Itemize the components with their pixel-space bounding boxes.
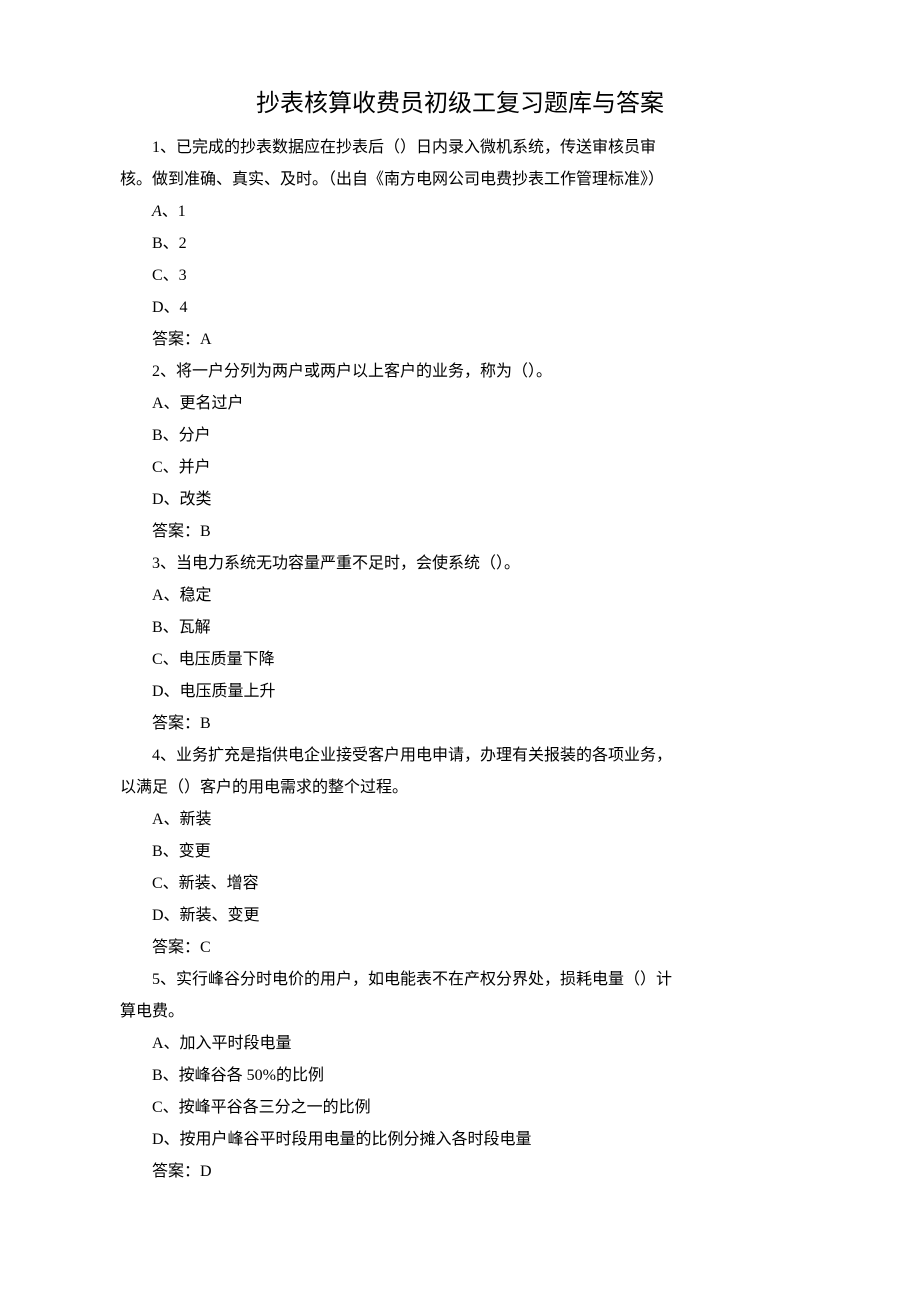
q3-stem: 3、当电力系统无功容量严重不足时，会使系统（）。 — [120, 548, 800, 580]
q5-option-a: A、加入平时段电量 — [120, 1028, 800, 1060]
q1-stem-line2: 核。做到准确、真实、及时。（出自《南方电网公司电费抄表工作管理标准》） — [120, 164, 800, 196]
q2-option-c: C、并户 — [120, 452, 800, 484]
q4-answer: 答案：C — [120, 932, 800, 964]
q4-stem-line1: 4、业务扩充是指供电企业接受客户用电申请，办理有关报装的各项业务， — [120, 740, 800, 772]
q2-option-a: A、更名过户 — [120, 388, 800, 420]
q1-option-b: B、2 — [120, 228, 800, 260]
q4-option-d: D、新装、变更 — [120, 900, 800, 932]
document-page: 抄表核算收费员初级工复习题库与答案 1、已完成的抄表数据应在抄表后（）日内录入微… — [0, 0, 920, 1301]
q1-answer: 答案：A — [120, 324, 800, 356]
q2-option-b: B、分户 — [120, 420, 800, 452]
q4-option-a: A、新装 — [120, 804, 800, 836]
q2-stem: 2、将一户分列为两户或两户以上客户的业务，称为（）。 — [120, 356, 800, 388]
q5-option-d: D、按用户峰谷平时段用电量的比例分摊入各时段电量 — [120, 1124, 800, 1156]
q3-option-c: C、电压质量下降 — [120, 644, 800, 676]
q3-answer: 答案：B — [120, 708, 800, 740]
q4-option-c: C、新装、增容 — [120, 868, 800, 900]
q5-stem-line2: 算电费。 — [120, 996, 800, 1028]
q1-option-d: D、4 — [120, 292, 800, 324]
q1-option-a-prefix: A — [152, 203, 162, 220]
q5-stem-line1: 5、实行峰谷分时电价的用户，如电能表不在产权分界处，损耗电量（）计 — [120, 964, 800, 996]
page-title: 抄表核算收费员初级工复习题库与答案 — [120, 80, 800, 128]
q2-answer: 答案：B — [120, 516, 800, 548]
q1-option-a: A、1 — [120, 196, 800, 228]
q5-option-c: C、按峰平谷各三分之一的比例 — [120, 1092, 800, 1124]
q3-option-b: B、瓦解 — [120, 612, 800, 644]
q1-option-a-rest: 、1 — [162, 203, 186, 220]
q3-option-a: A、稳定 — [120, 580, 800, 612]
q2-option-d: D、改类 — [120, 484, 800, 516]
q5-answer: 答案：D — [120, 1156, 800, 1188]
q5-option-b: B、按峰谷各 50%的比例 — [120, 1060, 800, 1092]
q1-option-c: C、3 — [120, 260, 800, 292]
q4-stem-line2: 以满足（）客户的用电需求的整个过程。 — [120, 772, 800, 804]
q4-option-b: B、变更 — [120, 836, 800, 868]
q3-option-d: D、电压质量上升 — [120, 676, 800, 708]
q1-stem-line1: 1、已完成的抄表数据应在抄表后（）日内录入微机系统，传送审核员审 — [120, 132, 800, 164]
